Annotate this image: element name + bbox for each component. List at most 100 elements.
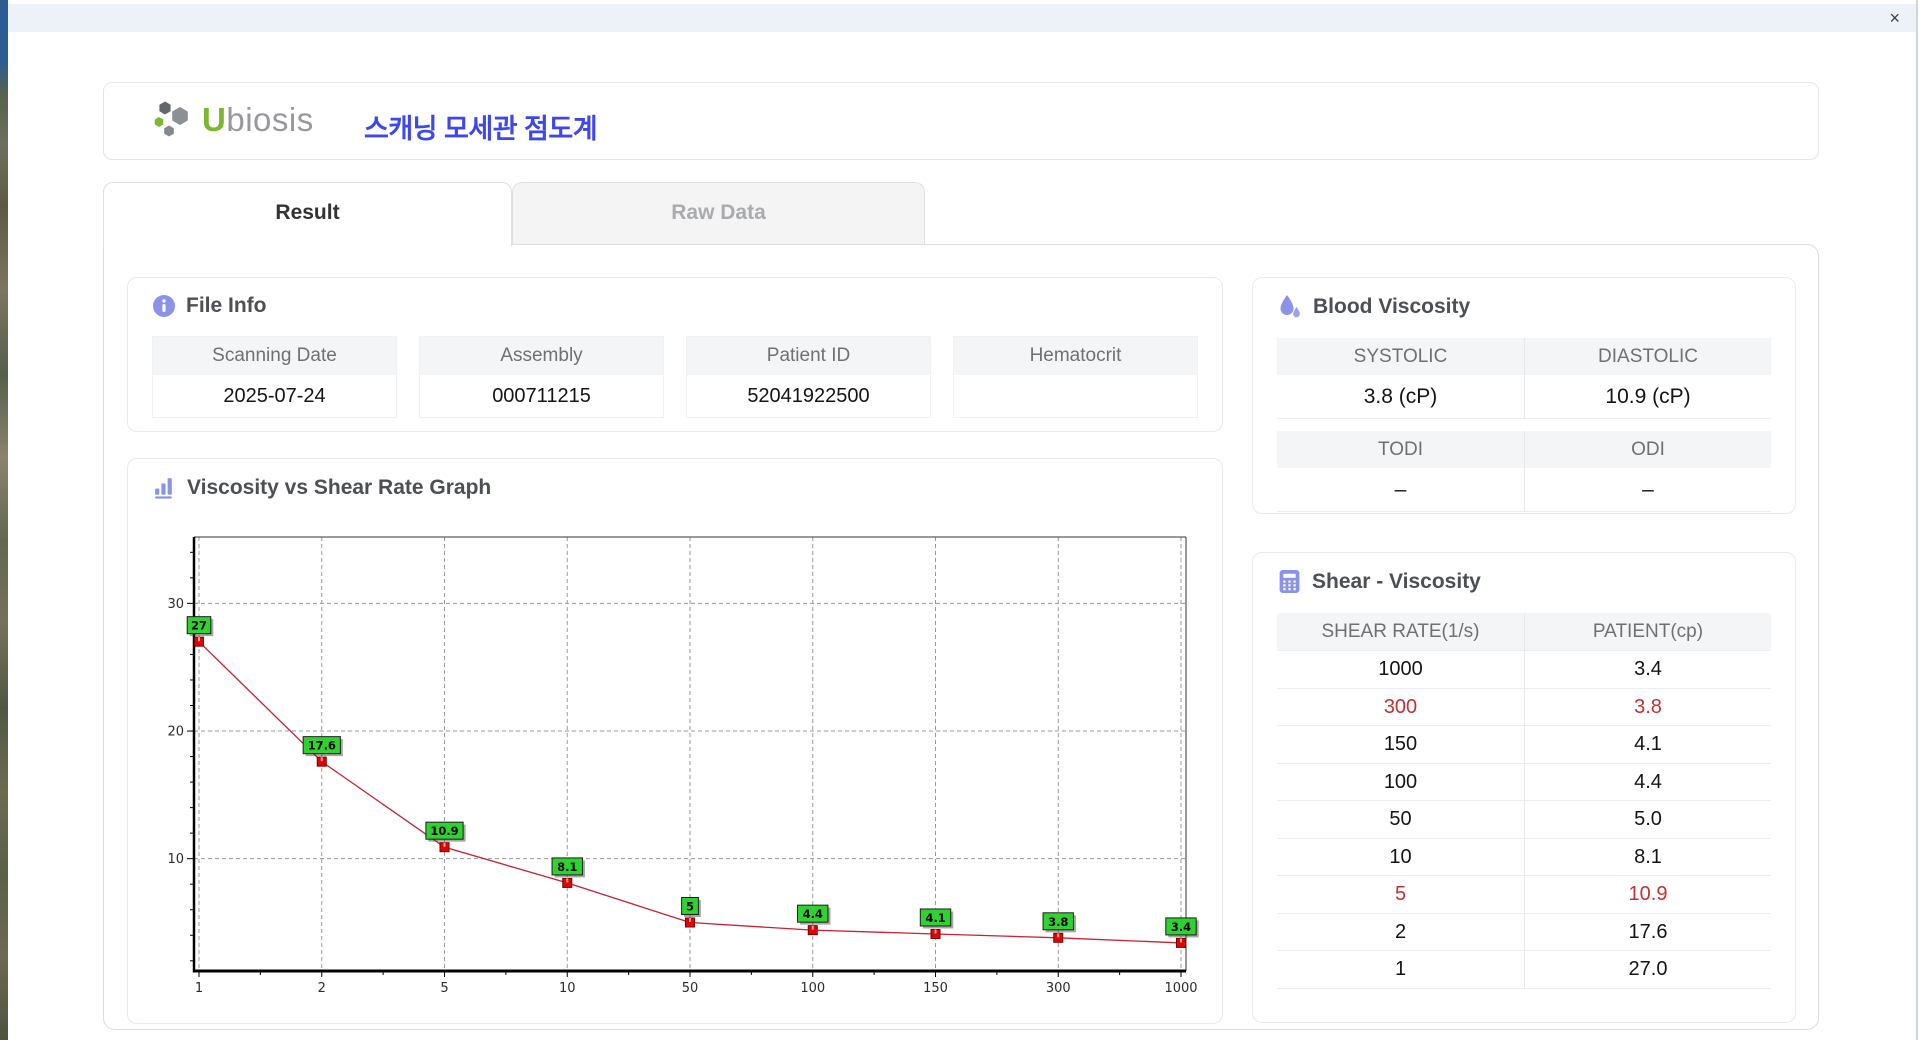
point-label-text: 3.4: [1171, 920, 1191, 934]
shear-rate-column-header: SHEAR RATE(1/s): [1277, 613, 1524, 651]
data-point-marker-notch: [1057, 933, 1060, 938]
patient-viscosity-cell: 10.9: [1524, 876, 1771, 914]
shear-table-header: SHEAR RATE(1/s) PATIENT(cp): [1277, 613, 1771, 651]
point-label-text: 3.8: [1048, 915, 1068, 929]
point-label-text: 17.6: [308, 739, 336, 753]
point-label-text: 27: [191, 619, 207, 633]
file-info-title: File Info: [186, 294, 267, 317]
data-point-marker-notch: [566, 878, 569, 883]
point-label-text: 4.1: [925, 911, 945, 925]
shear-rate-cell: 300: [1277, 689, 1524, 726]
shear-rate-cell: 2: [1277, 914, 1524, 951]
y-tick-label: 30: [167, 597, 184, 612]
app-window: × Ubiosis 스캐닝 모세관 점도계 Result Raw Data Fi…: [8, 0, 1918, 1040]
x-tick-label: 100: [800, 981, 825, 996]
graph-title: Viscosity vs Shear Rate Graph: [187, 475, 492, 499]
brand-letter-u: U: [202, 101, 227, 138]
point-label-text: 4.4: [803, 907, 823, 921]
file-info-field: Hematocrit: [953, 336, 1198, 418]
shear-table-row: 300 3.8: [1277, 688, 1771, 726]
viscosity-graph-card: Viscosity vs Shear Rate Graph 10 20 30 1 2 5 1…: [127, 458, 1223, 1024]
bar-chart-icon: [155, 478, 172, 499]
field-label: Scanning Date: [153, 337, 396, 375]
data-point-marker-notch: [320, 757, 323, 762]
systolic-value: 3.8 (cP): [1277, 375, 1524, 419]
window-titlebar: ×: [8, 4, 1916, 32]
shear-viscosity-table: SHEAR RATE(1/s) PATIENT(cp) 1000 3.4 300 3.…: [1277, 613, 1771, 989]
y-tick-label: 20: [167, 725, 184, 740]
shear-table-row: 10 8.1: [1277, 838, 1771, 876]
x-tick-label: 1000: [1164, 981, 1197, 996]
close-icon[interactable]: ×: [1889, 8, 1900, 28]
data-point-marker-notch: [198, 637, 200, 642]
patient-viscosity-cell: 4.4: [1524, 763, 1771, 801]
odi-header: ODI: [1524, 431, 1771, 468]
x-tick-label: 150: [923, 981, 948, 996]
shear-viscosity-card: Shear - Viscosity SHEAR RATE(1/s) PATIEN…: [1252, 552, 1796, 1023]
point-label-text: 10.9: [430, 824, 458, 838]
graph-title-row: Viscosity vs Shear Rate Graph: [152, 475, 491, 500]
tab-result[interactable]: Result: [103, 182, 512, 246]
blood-viscosity-title: Blood Viscosity: [1313, 295, 1471, 318]
patient-viscosity-cell: 17.6: [1524, 913, 1771, 951]
brand-rest: biosis: [226, 101, 314, 138]
shear-rate-cell: 50: [1277, 801, 1524, 839]
x-tick-label: 1: [195, 981, 203, 996]
todi-header: TODI: [1277, 431, 1524, 468]
shear-table-row: 150 4.1: [1277, 726, 1771, 764]
file-info-field: Assembly 000711215: [419, 336, 664, 418]
x-tick-label: 50: [682, 981, 699, 996]
point-label-text: 8.1: [557, 860, 577, 874]
y-tick-label: 10: [167, 852, 184, 867]
shear-table-row: 1 27.0: [1277, 951, 1771, 989]
shear-table-row: 100 4.4: [1277, 763, 1771, 801]
field-value: 52041922500: [747, 385, 870, 407]
calculator-icon: [1279, 570, 1300, 593]
viscosity-shear-chart: 10 20 30 1 2 5 10 50 100 150 300 1000 27 17.6 10.9 8.1 5…: [167, 536, 1199, 996]
diastolic-header: DIASTOLIC: [1524, 338, 1771, 375]
shear-table-row: 2 17.6: [1277, 913, 1771, 951]
field-value: 000711215: [492, 385, 591, 407]
todi-value: –: [1277, 468, 1524, 512]
ubiosis-logo: Ubiosis: [152, 100, 314, 140]
ubiosis-logo-icon: [154, 101, 188, 137]
x-tick-label: 10: [559, 981, 576, 996]
patient-viscosity-cell: 8.1: [1524, 838, 1771, 876]
file-info-field: Scanning Date 2025-07-24: [152, 336, 397, 418]
field-value: [954, 375, 1197, 417]
shear-rate-cell: 10: [1277, 839, 1524, 876]
shear-rate-cell: 1000: [1277, 651, 1524, 689]
brand-text: Ubiosis: [202, 101, 314, 139]
data-point-marker-notch: [1180, 938, 1182, 943]
file-info-card: File Info Scanning Date 2025-07-24 Assembl…: [127, 277, 1223, 432]
file-info-field: Patient ID 52041922500: [686, 336, 931, 418]
shear-table-row: 1000 3.4: [1277, 651, 1771, 689]
diastolic-value: 10.9 (cP): [1524, 375, 1771, 419]
file-info-title-row: File Info: [152, 294, 267, 318]
patient-viscosity-cell: 4.1: [1524, 726, 1771, 764]
shear-rate-cell: 5: [1277, 876, 1524, 914]
x-tick-label: 5: [440, 981, 448, 996]
field-label: Hematocrit: [954, 337, 1197, 375]
desktop-wallpaper-sliver: [0, 0, 8, 1040]
droplets-icon: [1280, 295, 1300, 318]
x-tick-label: 2: [318, 981, 326, 996]
patient-viscosity-cell: 3.8: [1524, 688, 1771, 726]
blood-viscosity-title-row: Blood Viscosity: [1277, 294, 1470, 320]
shear-viscosity-title-row: Shear - Viscosity: [1277, 569, 1481, 594]
blood-viscosity-card: Blood Viscosity SYSTOLIC DIASTOLIC 3.8 (…: [1252, 277, 1796, 514]
patient-viscosity-cell: 5.0: [1524, 801, 1771, 839]
shear-viscosity-title: Shear - Viscosity: [1312, 569, 1481, 593]
odi-value: –: [1524, 468, 1771, 512]
tab-raw-data[interactable]: Raw Data: [512, 182, 925, 244]
field-value: 2025-07-24: [223, 385, 326, 407]
patient-viscosity-cell: 27.0: [1524, 951, 1771, 989]
data-point-marker-notch: [934, 929, 937, 934]
field-label: Assembly: [420, 337, 663, 375]
shear-rate-cell: 150: [1277, 726, 1524, 764]
systolic-diastolic-group: SYSTOLIC DIASTOLIC 3.8 (cP) 10.9 (cP): [1277, 338, 1771, 419]
point-label-text: 5: [686, 899, 694, 913]
app-title-korean: 스캐닝 모세관 점도계: [364, 114, 598, 144]
result-tab-panel: File Info Scanning Date 2025-07-24 Assembl…: [103, 244, 1819, 1030]
shear-rate-cell: 100: [1277, 764, 1524, 801]
